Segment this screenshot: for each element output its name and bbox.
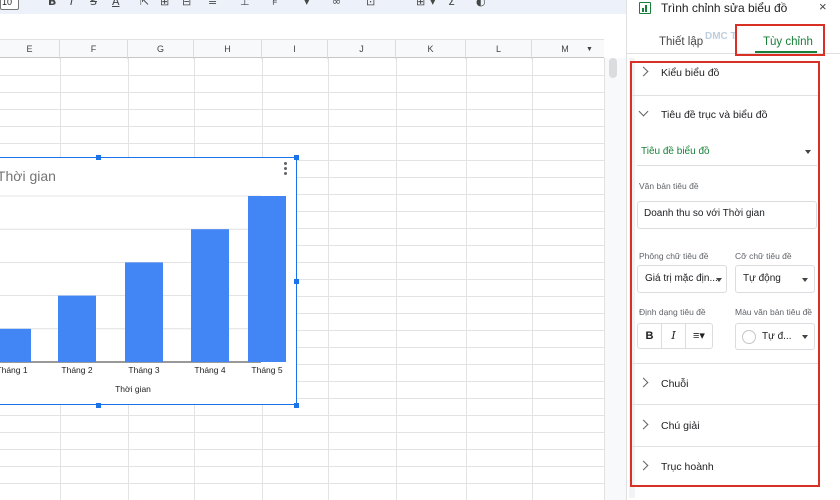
watermark-logo: DMC T: [705, 31, 737, 42]
bold-button[interactable]: B: [48, 0, 56, 8]
functions-icon[interactable]: Σ: [448, 0, 455, 8]
text-rotation-icon[interactable]: ▾: [304, 0, 310, 8]
bar-2: [58, 295, 96, 362]
grid-row-line: [0, 432, 604, 433]
chart-dropdown-icon[interactable]: ▾: [430, 0, 436, 8]
bar-chart-icon: [639, 2, 651, 14]
italic-button[interactable]: I: [70, 0, 73, 8]
text-wrap-icon[interactable]: ⊧: [272, 0, 278, 8]
column-header-i[interactable]: I: [262, 40, 328, 59]
grid-row-line: [0, 449, 604, 450]
column-menu-chevron-icon[interactable]: ▼: [586, 40, 593, 59]
vertical-align-icon[interactable]: ⊥: [240, 0, 250, 8]
chart-editor-title: Trình chỉnh sửa biểu đồ: [661, 1, 788, 15]
borders-icon[interactable]: ⊞: [160, 0, 169, 8]
column-header-l[interactable]: L: [466, 40, 532, 59]
grid-row-line: [0, 75, 604, 76]
column-header-j[interactable]: J: [328, 40, 396, 59]
x-tick-label: Tháng 1: [0, 365, 28, 375]
bar-5: [248, 196, 286, 362]
input-tools-icon[interactable]: ◐: [476, 0, 486, 8]
grid-row-line: [0, 92, 604, 93]
vertical-scrollbar[interactable]: [604, 58, 626, 500]
grid-row-line: [0, 466, 604, 467]
insert-chart-icon[interactable]: ⊞: [416, 0, 425, 8]
spreadsheet-grid[interactable]: E F G H I J K L M ▼ ới Thời gian Tháng 1…: [0, 14, 626, 500]
strikethrough-button[interactable]: S: [90, 0, 97, 8]
column-header-g[interactable]: G: [128, 40, 194, 59]
horizontal-align-icon[interactable]: ≡: [208, 0, 217, 8]
x-tick-label: Tháng 4: [194, 365, 226, 375]
x-axis-title: Thời gian: [115, 384, 151, 394]
grid-row-line: [0, 126, 604, 127]
resize-handle-bottom-right[interactable]: [294, 403, 299, 408]
resize-handle-top[interactable]: [96, 155, 101, 160]
highlight-box-tab: [735, 24, 825, 56]
bar-1: [0, 328, 31, 362]
bar-3: [125, 262, 163, 362]
resize-handle-top-right[interactable]: [294, 155, 299, 160]
tab-setup[interactable]: Thiết lập: [659, 36, 703, 48]
close-icon[interactable]: ×: [819, 0, 827, 14]
insert-comment-icon[interactable]: ⊡: [366, 0, 375, 8]
fill-color-icon[interactable]: ⇱: [140, 0, 149, 8]
grid-row-line: [0, 109, 604, 110]
column-header-f[interactable]: F: [60, 40, 128, 59]
toolbar: 10 B I S A ⇱ ⊞ ⊟ ≡ ⊥ ⊧ ▾ ∞ ⊡ ⊞ ▾ Σ ◐: [0, 0, 626, 14]
column-header-row: E F G H I J K L M ▼: [0, 39, 604, 59]
x-tick-label: Tháng 5: [251, 365, 283, 375]
column-header-k[interactable]: K: [396, 40, 466, 59]
resize-handle-right[interactable]: [294, 279, 299, 284]
grid-row-line: [0, 415, 604, 416]
resize-handle-bottom[interactable]: [96, 403, 101, 408]
column-header-h[interactable]: H: [194, 40, 262, 59]
zoom-select[interactable]: 10: [0, 0, 19, 10]
column-header-e[interactable]: E: [0, 40, 60, 59]
embedded-chart[interactable]: ới Thời gian Tháng 1Tháng 2Tháng 3Tháng …: [0, 155, 299, 408]
chart-editor-panel: Trình chỉnh sửa biểu đồ × DMC T Thiết lậ…: [626, 0, 840, 500]
text-color-button[interactable]: A: [112, 0, 120, 8]
scrollbar-thumb[interactable]: [609, 58, 617, 78]
merge-cells-icon[interactable]: ⊟: [182, 0, 191, 8]
x-tick-label: Tháng 2: [61, 365, 93, 375]
grid-row-line: [0, 143, 604, 144]
x-tick-label: Tháng 3: [128, 365, 160, 375]
grid-row-line: [0, 483, 604, 484]
highlight-box-settings: [630, 61, 820, 487]
bar-4: [191, 229, 229, 362]
insert-link-icon[interactable]: ∞: [332, 0, 341, 8]
